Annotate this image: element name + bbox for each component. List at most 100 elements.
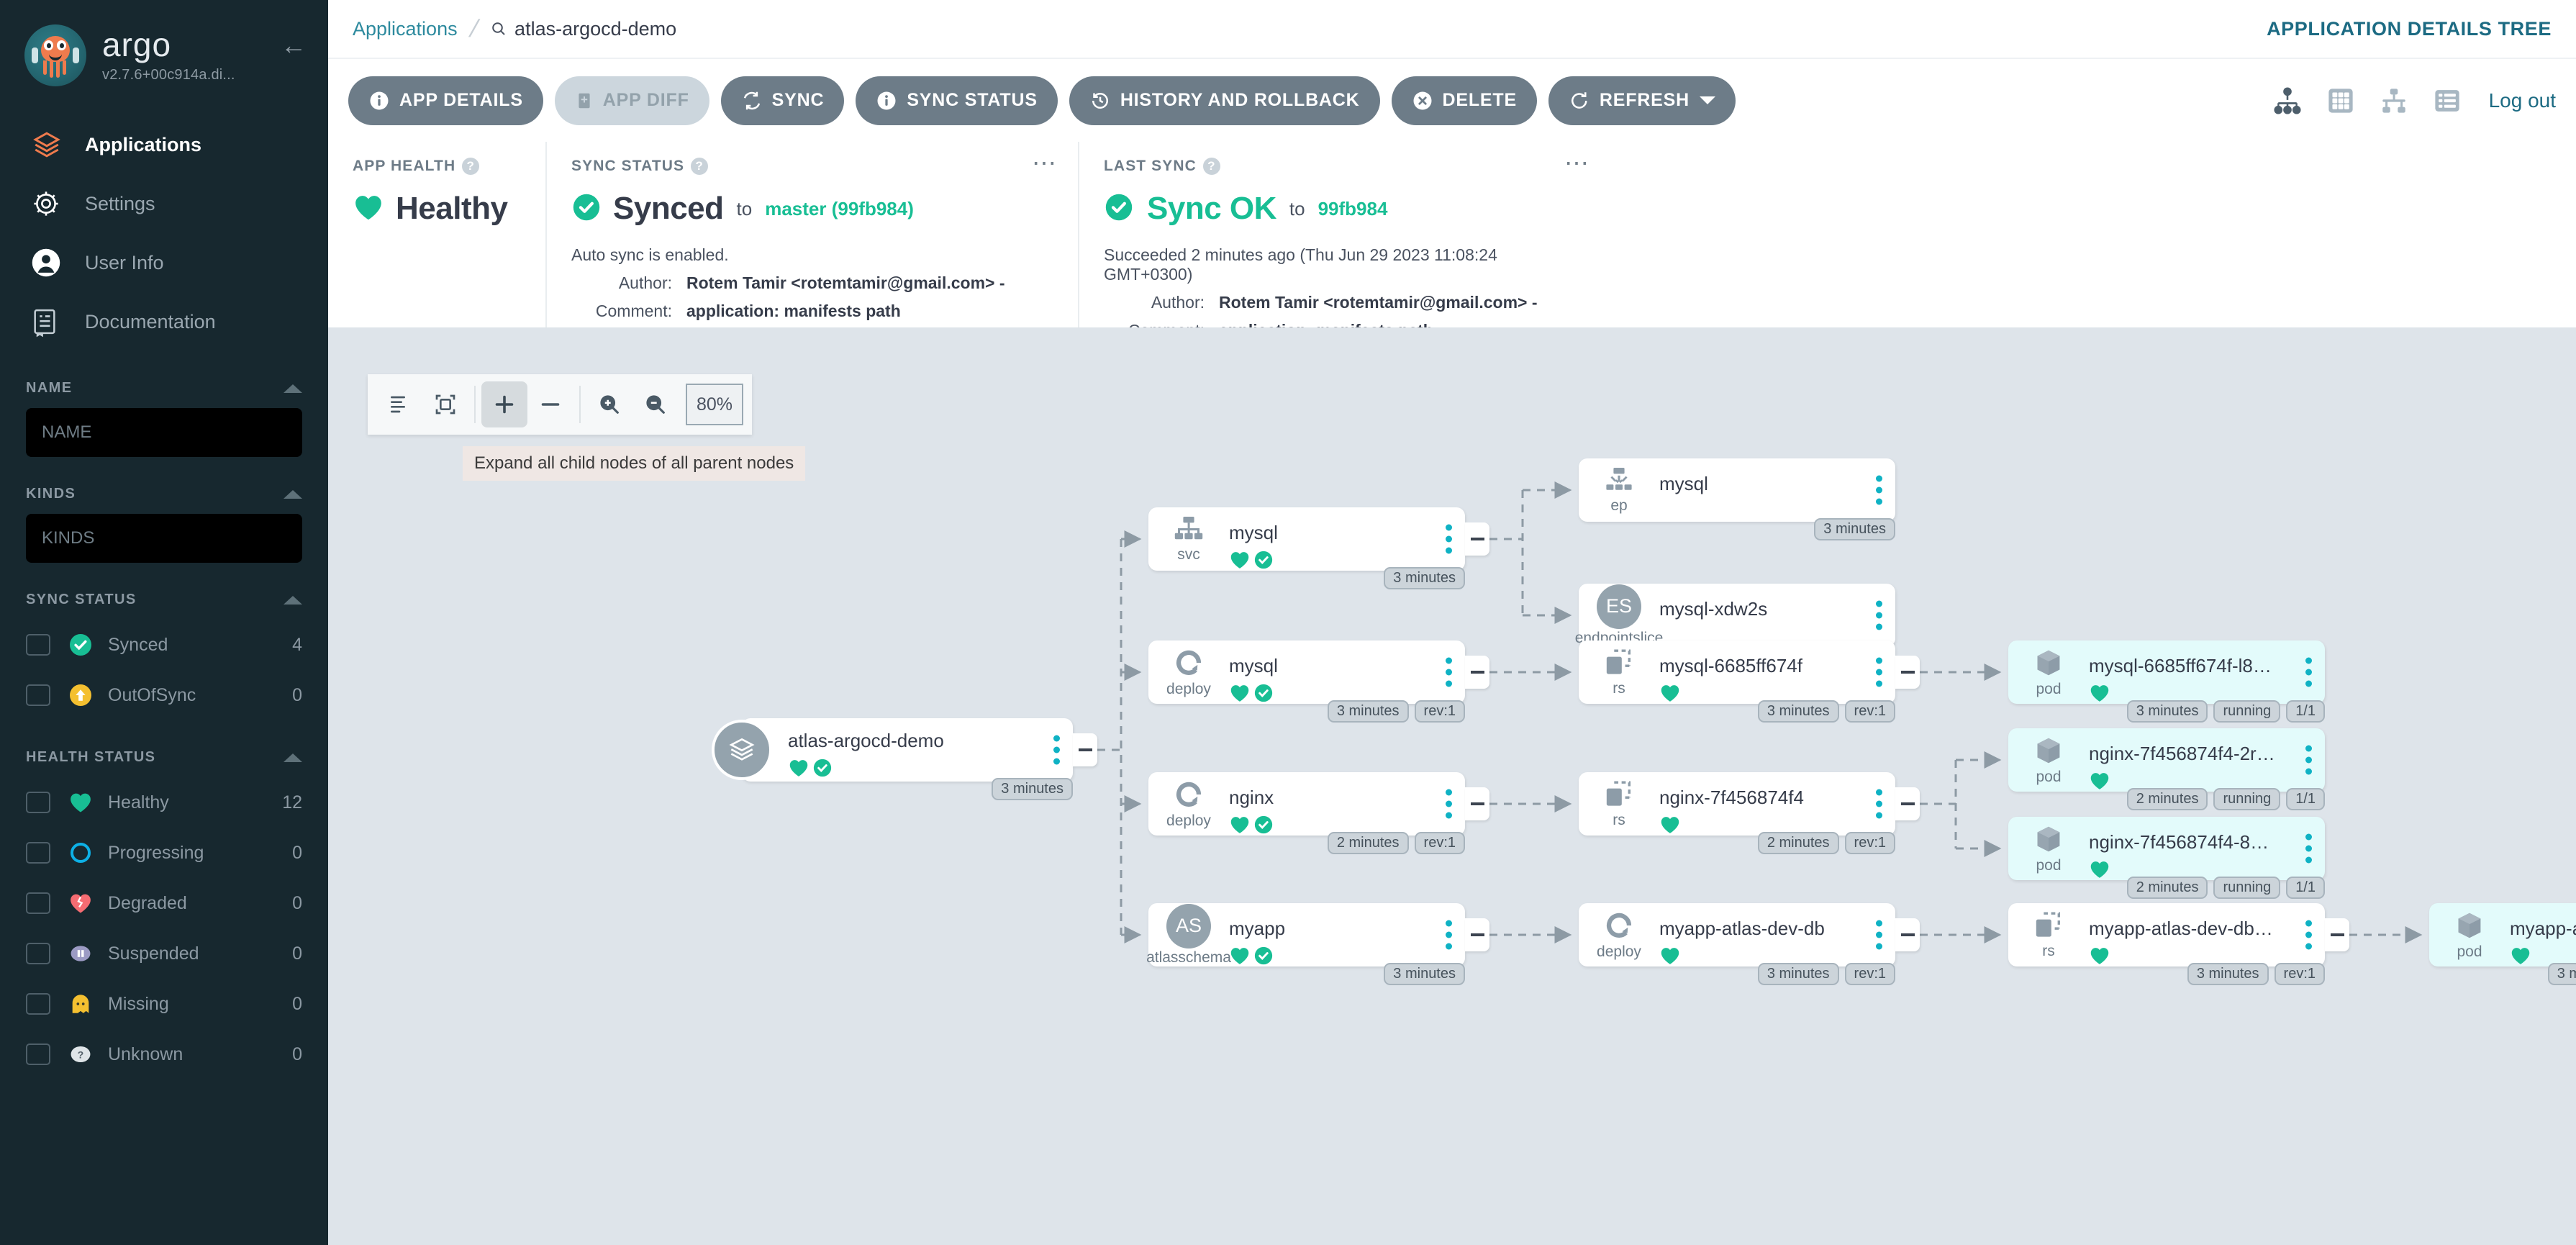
node-menu-button[interactable] bbox=[1446, 920, 1452, 950]
filter-item-outofsync[interactable]: OutOfSync 0 bbox=[26, 670, 302, 720]
tree-node-application[interactable]: atlas-argocd-demo 3 minutes bbox=[742, 718, 1073, 782]
checkbox[interactable] bbox=[26, 634, 50, 656]
sidebar-item-settings[interactable]: Settings bbox=[0, 174, 328, 233]
node-menu-button[interactable] bbox=[1876, 601, 1882, 630]
filter-section-health-status-header[interactable]: HEALTH STATUS bbox=[26, 749, 302, 766]
network-view-icon[interactable] bbox=[2378, 86, 2410, 116]
filter-section-name-header[interactable]: NAME bbox=[26, 380, 302, 397]
tree-view-icon[interactable] bbox=[2272, 86, 2303, 115]
filter-item-degraded[interactable]: Degraded 0 bbox=[26, 878, 302, 928]
expand-plus-icon[interactable] bbox=[481, 381, 527, 427]
history-and-rollback-button[interactable]: HISTORY AND ROLLBACK bbox=[1069, 76, 1380, 125]
tree-node-replicaset-nginx[interactable]: rs nginx-7f456874f4 2 minutes rev:1 bbox=[1579, 772, 1895, 836]
tree-node-endpoints-mysql[interactable]: ep mysql 3 minutes bbox=[1579, 458, 1895, 522]
help-icon[interactable]: ? bbox=[691, 158, 708, 175]
help-icon[interactable]: ? bbox=[462, 158, 479, 175]
button-label: HISTORY AND ROLLBACK bbox=[1120, 90, 1360, 111]
node-collapse-button[interactable] bbox=[1073, 733, 1097, 766]
node-menu-button[interactable] bbox=[2305, 658, 2312, 687]
app-details-button[interactable]: APP DETAILS bbox=[348, 76, 543, 125]
node-menu-button[interactable] bbox=[1446, 658, 1452, 687]
tree-node-deployment-mysql[interactable]: deploy mysql 3 minutes rev:1 bbox=[1148, 640, 1465, 704]
node-menu-button[interactable] bbox=[1876, 476, 1882, 505]
checkbox[interactable] bbox=[26, 993, 50, 1015]
gear-icon bbox=[30, 188, 66, 219]
checkbox[interactable] bbox=[26, 842, 50, 864]
zoom-in-icon[interactable] bbox=[586, 381, 632, 427]
node-collapse-button[interactable] bbox=[1465, 656, 1489, 689]
arrow-left-icon[interactable]: ← bbox=[281, 32, 307, 78]
tree-node-service-mysql[interactable]: svc mysql 3 minutes bbox=[1148, 507, 1465, 571]
filter-item-progressing[interactable]: Progressing 0 bbox=[26, 828, 302, 878]
application-tree-canvas[interactable]: 80% Expand all child nodes of all parent… bbox=[328, 327, 2576, 1245]
checkbox[interactable] bbox=[26, 684, 50, 706]
chevron-down-icon[interactable] bbox=[1700, 96, 1715, 104]
help-icon[interactable]: ? bbox=[1203, 158, 1220, 175]
checkbox[interactable] bbox=[26, 792, 50, 813]
filter-item-suspended[interactable]: Suspended 0 bbox=[26, 928, 302, 979]
logout-link[interactable]: Log out bbox=[2489, 89, 2556, 112]
tree-node-deployment-nginx[interactable]: deploy nginx 2 minutes rev:1 bbox=[1148, 772, 1465, 836]
node-menu-button[interactable] bbox=[1876, 658, 1882, 687]
node-menu-button[interactable] bbox=[2305, 746, 2312, 775]
sync-button[interactable]: SYNC bbox=[721, 76, 845, 125]
revision-link[interactable]: 99fb984 bbox=[1318, 198, 1388, 219]
panel-menu-button[interactable]: ⋯ bbox=[1564, 156, 1590, 171]
author-row: Author: Rotem Tamir <rotemtamir@gmail.co… bbox=[1104, 293, 1586, 312]
node-menu-button[interactable] bbox=[1876, 920, 1882, 950]
node-menu-button[interactable] bbox=[1446, 789, 1452, 819]
node-collapse-button[interactable] bbox=[1895, 656, 1920, 689]
sidebar-item-documentation[interactable]: Documentation bbox=[0, 292, 328, 351]
name-filter-input[interactable] bbox=[26, 408, 302, 457]
filter-item-unknown[interactable]: ? Unknown 0 bbox=[26, 1029, 302, 1079]
tree-node-pod-mysql[interactable]: pod mysql-6685ff674f-l8h6q 3 minutes run… bbox=[2008, 640, 2325, 704]
node-menu-button[interactable] bbox=[1053, 735, 1060, 765]
list-view-icon[interactable] bbox=[2431, 86, 2463, 116]
filter-section-kinds-header[interactable]: KINDS bbox=[26, 486, 302, 502]
sidebar-item-user-info[interactable]: User Info bbox=[0, 233, 328, 292]
tree-node-replicaset-mysql[interactable]: rs mysql-6685ff674f 3 minutes rev:1 bbox=[1579, 640, 1895, 704]
align-left-icon[interactable] bbox=[376, 381, 422, 427]
kinds-filter-input[interactable] bbox=[26, 514, 302, 563]
node-collapse-button[interactable] bbox=[1465, 787, 1489, 820]
filter-section-sync-status-header[interactable]: SYNC STATUS bbox=[26, 592, 302, 608]
node-collapse-button[interactable] bbox=[1895, 787, 1920, 820]
node-collapse-button[interactable] bbox=[1895, 918, 1920, 951]
sidebar-item-applications[interactable]: Applications bbox=[0, 115, 328, 174]
filter-item-synced[interactable]: Synced 4 bbox=[26, 620, 302, 670]
collapse-minus-icon[interactable] bbox=[527, 381, 573, 427]
pods-grid-icon[interactable] bbox=[2325, 86, 2357, 116]
refresh-button[interactable]: REFRESH bbox=[1548, 76, 1736, 125]
fit-screen-icon[interactable] bbox=[422, 381, 468, 427]
node-menu-button[interactable] bbox=[1446, 525, 1452, 554]
sync-status-button[interactable]: SYNC STATUS bbox=[856, 76, 1058, 125]
node-collapse-button[interactable] bbox=[1465, 522, 1489, 556]
node-collapse-button[interactable] bbox=[2325, 918, 2349, 951]
checkbox[interactable] bbox=[26, 943, 50, 964]
tree-node-deployment-myapp-atlas-dev-db[interactable]: deploy myapp-atlas-dev-db 3 minutes rev:… bbox=[1579, 903, 1895, 966]
node-age-tag: 2 minutes bbox=[1328, 832, 1409, 854]
revision-link[interactable]: master (99fb984) bbox=[765, 198, 914, 219]
checkbox[interactable] bbox=[26, 892, 50, 914]
node-menu-button[interactable] bbox=[1876, 789, 1882, 819]
tree-node-endpointslice-mysql[interactable]: ES endpointslice mysql-xdw2s 3 minutes bbox=[1579, 584, 1895, 647]
filter-item-missing[interactable]: Missing 0 bbox=[26, 979, 302, 1029]
tree-node-pod-nginx-2rtxv[interactable]: pod nginx-7f456874f4-2rtxv 2 minutes run… bbox=[2008, 728, 2325, 792]
app-diff-button[interactable]: APP DIFF bbox=[555, 76, 709, 125]
zoom-out-icon[interactable] bbox=[632, 381, 679, 427]
checkbox[interactable] bbox=[26, 1043, 50, 1065]
tree-node-replicaset-myapp-atlas-dev-db[interactable]: rs myapp-atlas-dev-db-956c578... 3 minut… bbox=[2008, 903, 2325, 966]
node-menu-button[interactable] bbox=[2305, 834, 2312, 864]
node-collapse-button[interactable] bbox=[1465, 918, 1489, 951]
tree-node-pod-nginx-8v7p2[interactable]: pod nginx-7f456874f4-8v7p2 2 minutes run… bbox=[2008, 817, 2325, 880]
panel-menu-button[interactable]: ⋯ bbox=[1032, 156, 1058, 171]
main-content: Applications / atlas-argocd-demo APPLICA… bbox=[328, 0, 2576, 1245]
node-menu-button[interactable] bbox=[2305, 920, 2312, 950]
node-tags: 3 minutes bbox=[1814, 518, 1895, 540]
tree-node-pod-myapp-atlas-dev-db[interactable]: pod myapp-atlas-dev-db-956c578... 3 minu… bbox=[2429, 903, 2576, 966]
filter-item-healthy[interactable]: Healthy 12 bbox=[26, 777, 302, 828]
breadcrumb-applications[interactable]: Applications bbox=[353, 18, 458, 40]
tree-node-atlasschema-myapp[interactable]: AS atlasschema myapp 3 minutes bbox=[1148, 903, 1465, 966]
delete-button[interactable]: DELETE bbox=[1392, 76, 1537, 125]
zoom-level-display[interactable]: 80% bbox=[686, 384, 743, 425]
